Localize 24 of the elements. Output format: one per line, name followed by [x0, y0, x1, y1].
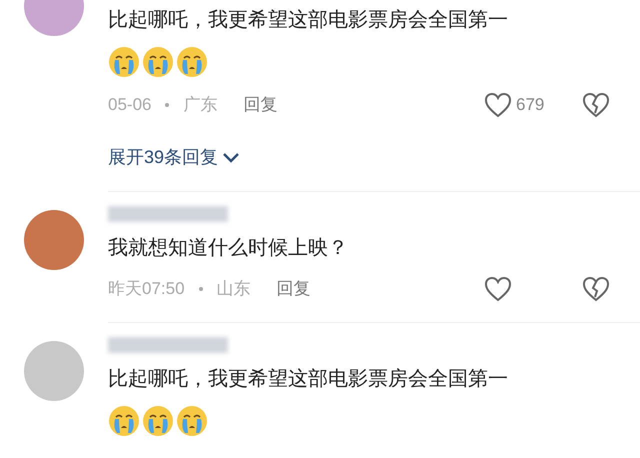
crying-face-icon [108, 46, 140, 78]
dot-separator [198, 287, 203, 291]
crying-face-icon [176, 405, 208, 437]
heart-icon[interactable] [484, 276, 512, 302]
comment-text: 比起哪吒，我更希望这部电影票房会全国第一 [108, 367, 509, 392]
crying-face-icon [142, 405, 174, 437]
dot-separator [165, 103, 170, 107]
crying-face-icon [142, 46, 174, 78]
expand-replies-link[interactable]: 展开39条回复 [108, 144, 240, 171]
comment-region: 山东 [216, 278, 251, 300]
crying-face-icon [176, 46, 208, 78]
comment-region: 广东 [183, 94, 218, 116]
crying-face-icon [108, 405, 140, 437]
comment-text: 我就想知道什么时候上映？ [108, 236, 349, 261]
reply-button[interactable]: 回复 [243, 92, 278, 118]
heart-icon[interactable] [484, 92, 512, 118]
comment-time: 昨天07:50 [108, 278, 185, 300]
chevron-down-icon [222, 152, 240, 164]
broken-heart-icon[interactable] [582, 276, 610, 302]
broken-heart-icon[interactable] [582, 92, 610, 118]
like-count: 679 [516, 94, 544, 116]
comment-text: 比起哪吒，我更希望这部电影票房会全国第一 [108, 8, 509, 33]
reply-button[interactable]: 回复 [276, 276, 311, 302]
comment-time: 05-06 [108, 94, 152, 116]
